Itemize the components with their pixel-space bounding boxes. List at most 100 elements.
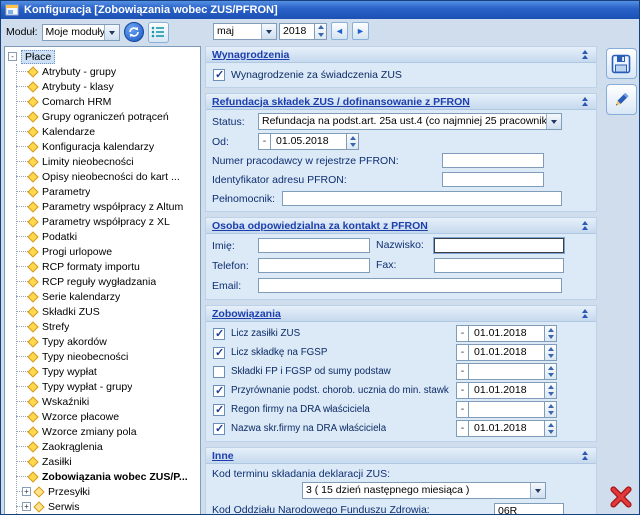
email-field[interactable] xyxy=(258,278,562,293)
date-spinner[interactable] xyxy=(545,325,557,342)
tree-item[interactable]: Parametry współpracy z Altum xyxy=(8,199,200,214)
section-header[interactable]: Refundacja składek ZUS / dofinansowanie … xyxy=(206,94,596,110)
nfz-branch-code-field[interactable] xyxy=(494,503,564,515)
fax-field[interactable] xyxy=(434,258,564,273)
tree-item[interactable]: Wzorce zmiany pola xyxy=(8,424,200,439)
date-value[interactable]: 01.01.2018 xyxy=(469,344,545,361)
tree-item[interactable]: Typy akordów xyxy=(8,334,200,349)
spin-down-icon[interactable] xyxy=(315,31,326,39)
checkbox[interactable] xyxy=(213,69,225,81)
tree-item[interactable]: Konfiguracja kalendarzy xyxy=(8,139,200,154)
spin-up-icon[interactable] xyxy=(545,383,556,391)
save-button[interactable] xyxy=(606,48,637,79)
expand-icon[interactable]: + xyxy=(22,502,31,511)
year-field[interactable]: 2018 xyxy=(279,23,315,40)
tree-item[interactable]: Strefy xyxy=(8,319,200,334)
module-select[interactable]: Moje moduły xyxy=(42,24,120,41)
checkbox[interactable] xyxy=(213,366,225,378)
chevron-down-icon[interactable] xyxy=(546,114,561,129)
tree-item[interactable]: Zaokrąglenia xyxy=(8,439,200,454)
edit-button[interactable] xyxy=(606,84,637,115)
spin-down-icon[interactable] xyxy=(347,142,358,150)
titlebar[interactable]: Konfiguracja [Zobowiązania wobec ZUS/PFR… xyxy=(0,0,640,19)
chevron-down-icon[interactable] xyxy=(104,25,119,40)
prev-month-button[interactable]: ◄ xyxy=(331,22,348,40)
collapse-section-icon[interactable] xyxy=(578,307,592,320)
collapse-section-icon[interactable] xyxy=(578,95,592,108)
collapse-section-icon[interactable] xyxy=(578,219,592,232)
date-mode-box[interactable]: - xyxy=(456,420,469,437)
tree-item[interactable]: Typy wypłat xyxy=(8,364,200,379)
tree-item[interactable]: Wskaźniki xyxy=(8,394,200,409)
tree-item[interactable]: RCP reguły wygładzania xyxy=(8,274,200,289)
tree-item[interactable]: Typy wypłat - grupy xyxy=(8,379,200,394)
date-mode-box[interactable]: - xyxy=(456,363,469,380)
date-value[interactable]: 01.01.2018 xyxy=(469,325,545,342)
date-spinner[interactable] xyxy=(545,344,557,361)
date-mode-box[interactable]: - xyxy=(456,401,469,418)
date-value[interactable] xyxy=(469,363,545,380)
section-header[interactable]: Wynagrodzenia xyxy=(206,47,596,63)
section-header[interactable]: Inne xyxy=(206,448,596,464)
date-spinner[interactable] xyxy=(545,363,557,380)
spin-up-icon[interactable] xyxy=(545,345,556,353)
date-spinner[interactable] xyxy=(545,382,557,399)
tree-item[interactable]: Serie kalendarzy xyxy=(8,289,200,304)
tree-item[interactable]: Parametry współpracy z XL xyxy=(8,214,200,229)
collapse-section-icon[interactable] xyxy=(578,449,592,462)
pfron-address-id-field[interactable] xyxy=(442,172,544,187)
tree-item[interactable]: Opisy nieobecności do kart ... xyxy=(8,169,200,184)
spin-down-icon[interactable] xyxy=(545,391,556,399)
date-value[interactable]: 01.01.2018 xyxy=(469,382,545,399)
phone-field[interactable] xyxy=(258,258,370,273)
tree-item[interactable]: +Przesyłki xyxy=(8,484,200,499)
run-module-button[interactable] xyxy=(124,22,144,42)
checkbox[interactable] xyxy=(213,404,225,416)
checkbox[interactable] xyxy=(213,328,225,340)
collapse-section-icon[interactable] xyxy=(578,48,592,61)
date-mode-box[interactable]: - xyxy=(456,344,469,361)
checkbox[interactable] xyxy=(213,385,225,397)
date-mode-box[interactable]: - xyxy=(456,382,469,399)
tree-item[interactable]: RCP formaty importu xyxy=(8,259,200,274)
status-select[interactable]: Refundacja na podst.art. 25a ust.4 (co n… xyxy=(258,113,562,130)
spin-up-icon[interactable] xyxy=(545,326,556,334)
section-header[interactable]: Osoba odpowiedzialna za kontakt z PFRON xyxy=(206,218,596,234)
month-select[interactable]: maj xyxy=(213,23,277,40)
spin-up-icon[interactable] xyxy=(545,421,556,429)
tree-item[interactable]: Comarch HRM xyxy=(8,94,200,109)
tree-item[interactable]: Składki ZUS xyxy=(8,304,200,319)
last-name-field[interactable] xyxy=(434,238,564,253)
tree-item[interactable]: Grupy ograniczeń potrąceń xyxy=(8,109,200,124)
first-name-field[interactable] xyxy=(258,238,370,253)
date-mode-box[interactable]: - xyxy=(456,325,469,342)
date-spinner[interactable] xyxy=(347,133,359,150)
spin-down-icon[interactable] xyxy=(545,429,556,437)
tree-item[interactable]: Atrybuty - grupy xyxy=(8,64,200,79)
zus-declaration-term-select[interactable]: 3 ( 15 dzień następnego miesiąca ) xyxy=(302,482,546,499)
cancel-button[interactable] xyxy=(605,481,636,512)
from-date-value[interactable]: 01.05.2018 xyxy=(271,133,347,150)
tree-item[interactable]: Zobowiązania wobec ZUS/P... xyxy=(8,469,200,484)
spin-up-icon[interactable] xyxy=(545,364,556,372)
tree-item-place[interactable]: - Płace xyxy=(8,49,200,64)
checkbox[interactable] xyxy=(213,347,225,359)
tree-item[interactable]: Podatki xyxy=(8,229,200,244)
proxy-field[interactable] xyxy=(282,191,562,206)
tree-item[interactable]: Wzorce płacowe xyxy=(8,409,200,424)
spin-down-icon[interactable] xyxy=(545,372,556,380)
tree-item[interactable]: Atrybuty - klasy xyxy=(8,79,200,94)
pfron-employer-number-field[interactable] xyxy=(442,153,544,168)
expand-icon[interactable]: + xyxy=(22,487,31,496)
spin-down-icon[interactable] xyxy=(545,353,556,361)
spin-down-icon[interactable] xyxy=(545,410,556,418)
tree-item[interactable]: +Serwis xyxy=(8,499,200,514)
tree-item[interactable]: Progi urlopowe xyxy=(8,244,200,259)
chevron-down-icon[interactable] xyxy=(261,24,276,39)
spin-up-icon[interactable] xyxy=(315,24,326,32)
spin-up-icon[interactable] xyxy=(347,134,358,142)
module-list-button[interactable] xyxy=(148,22,169,43)
date-spinner[interactable] xyxy=(545,401,557,418)
date-value[interactable]: 01.01.2018 xyxy=(469,420,545,437)
date-spinner[interactable] xyxy=(545,420,557,437)
